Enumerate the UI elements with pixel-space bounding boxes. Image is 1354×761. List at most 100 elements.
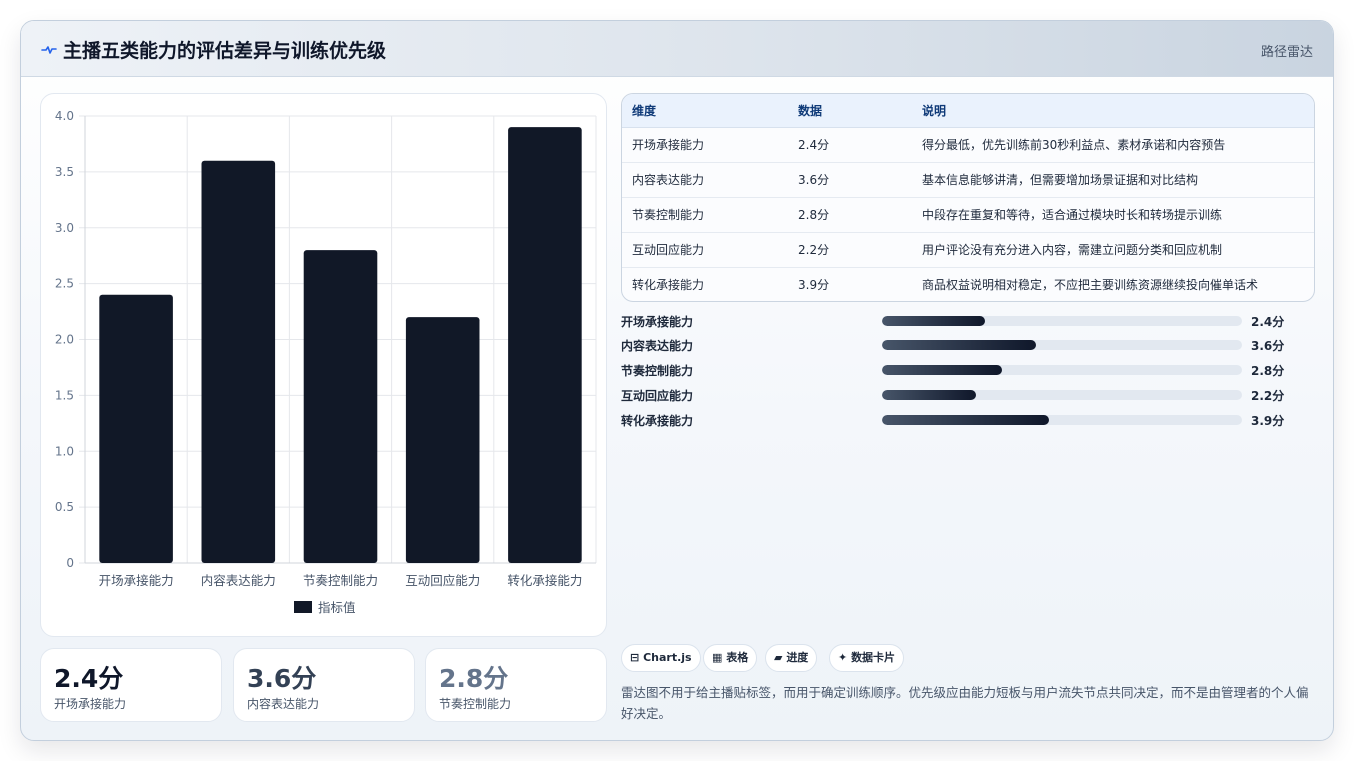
y-tick-label: 0 xyxy=(66,556,74,570)
data-table: 维度 数据 说明 开场承接能力 2.4分 得分最低，优先训练前30秒利益点、素材… xyxy=(621,93,1315,302)
progress-fill xyxy=(882,390,977,400)
y-tick-label: 1.0 xyxy=(55,444,74,458)
bar xyxy=(508,127,582,564)
page-title: 主播五类能力的评估差异与训练优先级 xyxy=(63,40,387,62)
x-tick-label: 开场承接能力 xyxy=(99,573,174,588)
progress-row: 内容表达能力 3.6分 xyxy=(621,335,1315,355)
table-cell: 中段存在重复和等待，适合通过模块时长和转场提示训练 xyxy=(912,196,1314,232)
progress-label: 开场承接能力 xyxy=(621,315,694,329)
progress-fill xyxy=(882,340,1037,350)
progress-value: 2.8分 xyxy=(1251,364,1285,378)
table-header-row: 维度 数据 说明 xyxy=(622,94,1314,128)
table-cell: 基本信息能够讲清，但需要增加场景证据和对比结构 xyxy=(912,161,1314,197)
stat-card: 2.8分 节奏控制能力 xyxy=(425,648,607,722)
progress-value: 3.9分 xyxy=(1251,414,1285,428)
x-tick-label: 互动回应能力 xyxy=(405,573,480,588)
table-cell: 2.2分 xyxy=(788,231,912,267)
progress-fill xyxy=(882,415,1050,425)
table-row: 内容表达能力 3.6分 基本信息能够讲清，但需要增加场景证据和对比结构 xyxy=(622,161,1314,197)
bar-chart-panel: 0 0.5 1.0 1.5 2.0 2.5 3.0 3.5 4.0 开场承接能力 内容表达能力 节奏控… xyxy=(40,93,607,637)
stat-label: 内容表达能力 xyxy=(247,697,320,711)
progress-fill xyxy=(882,365,1002,375)
stat-card: 3.6分 内容表达能力 xyxy=(233,648,415,722)
table-row: 节奏控制能力 2.8分 中段存在重复和等待，适合通过模块时长和转场提示训练 xyxy=(622,196,1314,232)
chip-label: 数据卡片 xyxy=(851,651,896,664)
progress-track xyxy=(882,340,1242,350)
chart-icon: ⊟ xyxy=(630,651,640,664)
stat-label: 节奏控制能力 xyxy=(439,697,512,711)
bar xyxy=(405,317,480,563)
table-cell: 2.4分 xyxy=(798,138,830,152)
progress-label: 转化承接能力 xyxy=(621,414,694,428)
progress-value: 3.6分 xyxy=(1251,339,1285,353)
header-tag: 路径雷达 xyxy=(1260,45,1313,60)
chip-label: Chart.js xyxy=(643,651,692,664)
progress-label: 互动回应能力 xyxy=(621,389,694,403)
bar xyxy=(99,294,173,563)
progress-value: 2.4分 xyxy=(1251,315,1285,329)
table-cell: 互动回应能力 xyxy=(622,231,788,267)
table-cell: 商品权益说明相对稳定，不应把主要训练资源继续投向催单话术 xyxy=(912,266,1314,301)
chip-label: 表格 xyxy=(726,651,749,664)
chip-label: 进度 xyxy=(786,651,809,664)
table-cell: 3.6分 xyxy=(788,161,912,197)
table-row: 互动回应能力 2.2分 用户评论没有充分进入内容，需建立问题分类和回应机制 xyxy=(622,231,1314,267)
sparkle-icon: ✦ xyxy=(838,651,848,664)
progress-track xyxy=(882,365,1242,375)
x-tick-label: 转化承接能力 xyxy=(507,573,582,588)
bar xyxy=(303,250,378,563)
table-row: 开场承接能力 2.4分 得分最低，优先训练前30秒利益点、素材承诺和内容预告 xyxy=(622,127,1314,162)
table-cell: 2.8分 xyxy=(788,196,912,232)
y-tick-label: 0.5 xyxy=(55,500,74,514)
stat-value: 2.8分 xyxy=(439,664,509,693)
y-tick-label: 2.0 xyxy=(55,333,74,347)
table-header-cell: 说明 xyxy=(912,94,1314,128)
stat-value: 3.6分 xyxy=(247,664,317,693)
table-cell: 得分最低，优先训练前30秒利益点、素材承诺和内容预告 xyxy=(922,138,1226,152)
pulse-icon xyxy=(41,46,57,54)
footnote: 雷达图不用于给主播贴标签，而用于确定训练顺序。优先级应由能力短板与用户流失节点共… xyxy=(621,685,1309,721)
chip-data-cards[interactable]: ✦ 数据卡片 xyxy=(829,644,905,672)
header: 主播五类能力的评估差异与训练优先级 路径雷达 xyxy=(21,21,1333,77)
progress-list: 开场承接能力 2.4分 内容表达能力 3.6分 节奏控制能力 2.8分 互动回应… xyxy=(621,311,1315,436)
stat-value: 2.4分 xyxy=(54,664,124,693)
stat-label: 开场承接能力 xyxy=(54,697,127,711)
stat-card: 2.4分 开场承接能力 xyxy=(40,648,222,722)
x-tick-label: 内容表达能力 xyxy=(201,573,276,588)
progress-label: 内容表达能力 xyxy=(621,339,694,353)
y-tick-label: 3.5 xyxy=(55,165,74,179)
legend-label: 指标值 xyxy=(318,600,356,615)
y-tick-label: 2.5 xyxy=(55,277,74,291)
progress-row: 节奏控制能力 2.8分 xyxy=(621,360,1315,380)
table-icon: ▦ xyxy=(712,651,723,664)
legend-swatch xyxy=(294,601,312,613)
progress-row: 转化承接能力 3.9分 xyxy=(621,410,1315,430)
x-tick-label: 节奏控制能力 xyxy=(303,573,378,588)
y-tick-label: 4.0 xyxy=(55,109,74,123)
bar-chart: 0 0.5 1.0 1.5 2.0 2.5 3.0 3.5 4.0 开场承接能力 内容表达能力 节奏控… xyxy=(55,109,597,615)
progress-value: 2.2分 xyxy=(1251,389,1285,403)
table-cell: 开场承接能力 xyxy=(632,138,705,152)
progress-track xyxy=(882,415,1242,425)
table-cell: 内容表达能力 xyxy=(622,161,788,197)
chip-table[interactable]: ▦ 表格 xyxy=(703,644,758,672)
progress-track xyxy=(882,316,1242,326)
progress-row: 互动回应能力 2.2分 xyxy=(621,385,1315,405)
progress-label: 节奏控制能力 xyxy=(621,364,694,378)
table-row: 转化承接能力 3.9分 商品权益说明相对稳定，不应把主要训练资源继续投向催单话术 xyxy=(622,266,1314,301)
table-cell: 3.9分 xyxy=(788,266,912,301)
table-header-cell: 维度 xyxy=(622,94,788,128)
dashboard-card: 主播五类能力的评估差异与训练优先级 路径雷达 0 0.5 1.0 1.5 2.0 2.5 3… xyxy=(20,20,1334,741)
chip-progress[interactable]: ▰ 进度 xyxy=(765,644,818,672)
progress-row: 开场承接能力 2.4分 xyxy=(621,311,1315,331)
chip-chartjs[interactable]: ⊟ Chart.js xyxy=(621,644,701,672)
progress-fill xyxy=(882,316,985,326)
table-cell: 用户评论没有充分进入内容，需建立问题分类和回应机制 xyxy=(912,231,1314,267)
bar xyxy=(201,160,276,563)
progress-track xyxy=(882,390,1242,400)
table-header-cell: 数据 xyxy=(788,94,912,128)
table-cell: 转化承接能力 xyxy=(622,266,788,301)
progress-icon: ▰ xyxy=(774,651,783,664)
table-cell: 节奏控制能力 xyxy=(622,196,788,232)
y-tick-label: 1.5 xyxy=(55,388,74,402)
